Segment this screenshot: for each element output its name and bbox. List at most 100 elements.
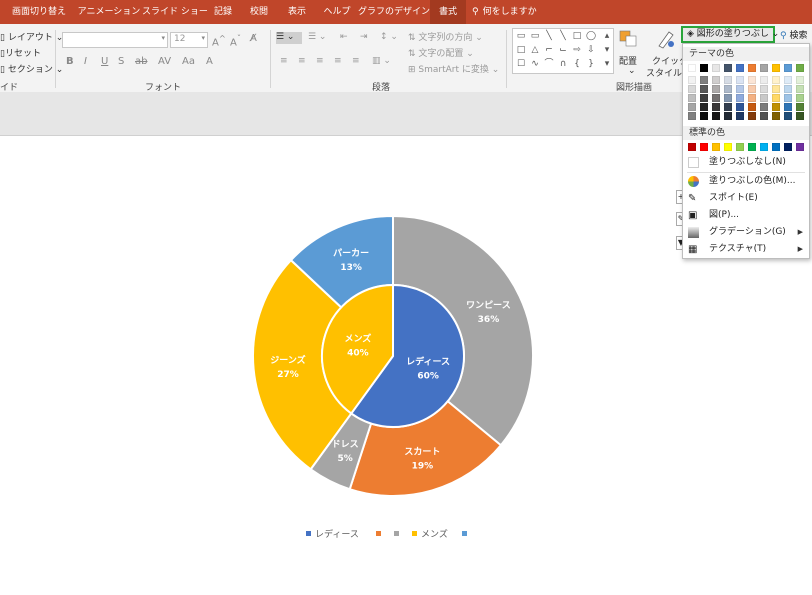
theme-color-swatch[interactable] bbox=[736, 85, 744, 93]
theme-color-swatch[interactable] bbox=[748, 76, 756, 84]
tab-slideshow[interactable]: スライド ショー bbox=[142, 0, 208, 24]
bullets-button[interactable]: ☰ ⌄ bbox=[276, 32, 302, 44]
tab-help[interactable]: ヘルプ bbox=[316, 0, 358, 24]
chevron-down-icon[interactable]: ▾ bbox=[601, 44, 613, 56]
theme-color-swatch[interactable] bbox=[736, 76, 744, 84]
theme-color-swatch[interactable] bbox=[784, 64, 792, 72]
theme-color-swatch[interactable] bbox=[772, 94, 780, 102]
no-fill-item[interactable]: 塗りつぶしなし(N) bbox=[683, 154, 809, 171]
theme-color-swatch[interactable] bbox=[688, 112, 696, 120]
eyedropper-item[interactable]: ✎ スポイト(E) bbox=[683, 190, 809, 207]
legend-swatch[interactable] bbox=[412, 531, 417, 536]
connector-shape-icon[interactable]: ⌐ bbox=[543, 44, 555, 56]
line-shape-icon[interactable]: ╲ bbox=[557, 30, 569, 42]
clear-format-button[interactable]: A̸ bbox=[250, 33, 257, 44]
smartart-button[interactable]: ⊞ SmartArt に変換 ⌄ bbox=[408, 62, 499, 75]
align-right-button[interactable]: ≡ bbox=[316, 56, 324, 66]
curve-shape-icon[interactable]: ∿ bbox=[529, 58, 541, 70]
theme-color-swatch[interactable] bbox=[712, 112, 720, 120]
gradient-fill-item[interactable]: グラデーション(G) ▶ bbox=[683, 224, 809, 241]
standard-color-swatch[interactable] bbox=[748, 143, 756, 151]
quick-style-button-line2[interactable]: スタイル bbox=[646, 66, 682, 79]
theme-color-swatch[interactable] bbox=[772, 103, 780, 111]
theme-color-swatch[interactable] bbox=[736, 103, 744, 111]
brace-shape-icon[interactable]: { bbox=[571, 58, 583, 70]
theme-color-swatch[interactable] bbox=[724, 64, 732, 72]
line-shape-icon[interactable]: ╲ bbox=[543, 30, 555, 42]
shrink-font-button[interactable]: Aˇ bbox=[230, 33, 241, 48]
text-direction-button[interactable]: ⇅ 文字列の方向 ⌄ bbox=[408, 30, 483, 43]
theme-color-swatch[interactable] bbox=[724, 85, 732, 93]
tab-chart-design[interactable]: グラフのデザイン bbox=[358, 0, 430, 24]
theme-color-swatch[interactable] bbox=[796, 94, 804, 102]
align-text-button[interactable]: ⇅ 文字の配置 ⌄ bbox=[408, 46, 474, 59]
theme-color-swatch[interactable] bbox=[784, 85, 792, 93]
strikethrough-button[interactable]: ab bbox=[135, 56, 147, 67]
grow-font-button[interactable]: A^ bbox=[212, 33, 226, 48]
section-button[interactable]: ▯ セクション ⌄ bbox=[0, 62, 63, 75]
theme-color-swatch[interactable] bbox=[700, 76, 708, 84]
theme-color-swatch[interactable] bbox=[760, 112, 768, 120]
char-spacing-button[interactable]: AV bbox=[158, 56, 171, 67]
theme-color-swatch[interactable] bbox=[796, 85, 804, 93]
legend-swatch[interactable] bbox=[462, 531, 467, 536]
standard-color-swatch[interactable] bbox=[796, 143, 804, 151]
theme-color-swatch[interactable] bbox=[760, 103, 768, 111]
tab-format[interactable]: 書式 bbox=[430, 0, 466, 24]
theme-color-swatch[interactable] bbox=[700, 103, 708, 111]
search-button[interactable]: ⚲ 検索 bbox=[780, 28, 807, 41]
theme-color-swatch[interactable] bbox=[712, 64, 720, 72]
tab-record[interactable]: 記録 bbox=[206, 0, 240, 24]
theme-color-swatch[interactable] bbox=[784, 94, 792, 102]
standard-color-swatch[interactable] bbox=[688, 143, 696, 151]
theme-color-swatch[interactable] bbox=[748, 103, 756, 111]
rectangle-shape-icon[interactable]: □ bbox=[515, 44, 527, 56]
theme-color-swatch[interactable] bbox=[736, 64, 744, 72]
tell-me-box[interactable]: ⚲ 何をしますか bbox=[472, 0, 552, 24]
theme-color-swatch[interactable] bbox=[724, 94, 732, 102]
bold-button[interactable]: B bbox=[66, 56, 74, 67]
texture-fill-item[interactable]: ▦ テクスチャ(T) ▶ bbox=[683, 241, 809, 258]
more-fill-colors-item[interactable]: 塗りつぶしの色(M)... bbox=[683, 173, 809, 190]
shape-fill-button[interactable]: ◈ 図形の塗りつぶし ⌄ bbox=[681, 26, 779, 43]
tab-animations[interactable]: アニメーション bbox=[76, 0, 142, 24]
theme-color-swatch[interactable] bbox=[784, 112, 792, 120]
theme-color-swatch[interactable] bbox=[760, 94, 768, 102]
legend-swatch[interactable] bbox=[306, 531, 311, 536]
numbering-button[interactable]: ☰ ⌄ bbox=[308, 32, 326, 42]
theme-color-swatch[interactable] bbox=[772, 112, 780, 120]
standard-color-swatch[interactable] bbox=[712, 143, 720, 151]
theme-color-swatch[interactable] bbox=[760, 76, 768, 84]
font-size-combo[interactable]: 12 ▾ bbox=[170, 32, 208, 48]
arrow-shape-icon[interactable]: ⇨ bbox=[571, 44, 583, 56]
columns-button[interactable]: ▥ ⌄ bbox=[372, 56, 391, 66]
standard-color-swatch[interactable] bbox=[784, 143, 792, 151]
theme-color-swatch[interactable] bbox=[724, 103, 732, 111]
justify-button[interactable]: ≡ bbox=[334, 56, 342, 66]
decrease-indent-button[interactable]: ⇤ bbox=[340, 32, 348, 42]
theme-color-swatch[interactable] bbox=[796, 76, 804, 84]
more-shapes-icon[interactable]: ▾ bbox=[601, 58, 613, 70]
theme-color-swatch[interactable] bbox=[688, 64, 696, 72]
theme-color-swatch[interactable] bbox=[796, 64, 804, 72]
standard-color-swatch[interactable] bbox=[772, 143, 780, 151]
theme-color-swatch[interactable] bbox=[772, 85, 780, 93]
increase-indent-button[interactable]: ⇥ bbox=[360, 32, 368, 42]
standard-color-swatch[interactable] bbox=[760, 143, 768, 151]
theme-color-swatch[interactable] bbox=[712, 76, 720, 84]
line-spacing-button[interactable]: ↕ ⌄ bbox=[380, 32, 398, 42]
theme-color-swatch[interactable] bbox=[712, 94, 720, 102]
tab-review[interactable]: 校閲 bbox=[240, 0, 278, 24]
standard-color-swatch[interactable] bbox=[724, 143, 732, 151]
freeform-shape-icon[interactable]: ☐ bbox=[515, 58, 527, 70]
curve-shape-icon[interactable]: ∩ bbox=[557, 58, 569, 70]
theme-color-swatch[interactable] bbox=[688, 94, 696, 102]
theme-color-swatch[interactable] bbox=[748, 112, 756, 120]
theme-color-swatch[interactable] bbox=[724, 112, 732, 120]
theme-color-swatch[interactable] bbox=[700, 94, 708, 102]
theme-color-swatch[interactable] bbox=[700, 64, 708, 72]
chart-legend[interactable]: レディース メンズ bbox=[306, 528, 467, 540]
brace-shape-icon[interactable]: } bbox=[585, 58, 597, 70]
change-case-button[interactable]: Aa bbox=[182, 56, 195, 67]
font-color-button[interactable]: A bbox=[206, 56, 213, 67]
